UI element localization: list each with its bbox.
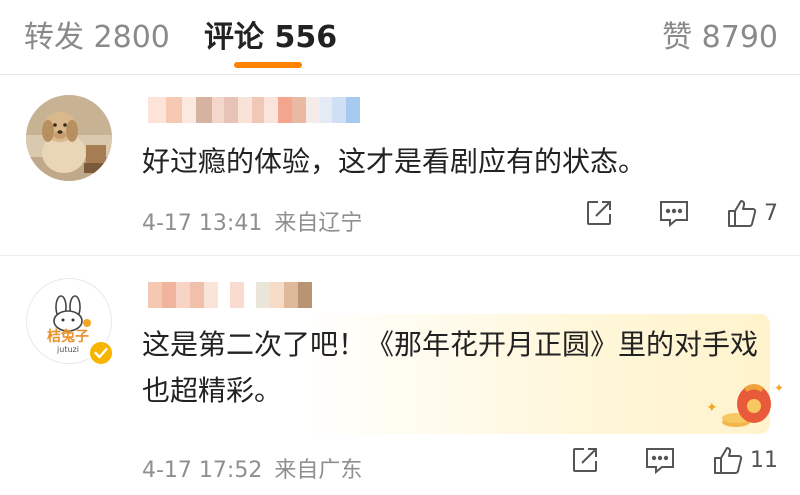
share-button[interactable]	[570, 445, 600, 475]
comment-actions: 11	[570, 444, 778, 476]
username-blurred[interactable]	[148, 97, 360, 123]
comment-time: 4-17 13:41	[142, 211, 263, 236]
comment-meta: 4-17 17:52 来自广东	[142, 452, 362, 484]
share-icon	[573, 448, 597, 472]
share-icon	[587, 201, 611, 225]
tab-comments[interactable]: 评论 556	[204, 12, 337, 56]
tab-likes[interactable]: 赞 8790	[662, 12, 778, 56]
tab-bar: 转发 2800 评论 556 赞 8790	[0, 0, 800, 75]
like-count: 7	[764, 200, 778, 226]
comment-text: 好过瘾的体验，这才是看剧应有的状态。	[142, 145, 647, 178]
tab-reposts[interactable]: 转发 2800	[24, 12, 170, 56]
svg-text:✦: ✦	[774, 381, 782, 395]
comment-text: 这是第二次了吧！《那年花开月正圆》里的对手戏也超精彩。	[142, 328, 759, 407]
verified-badge	[88, 340, 114, 366]
like-count: 11	[750, 447, 778, 473]
comment-actions: 7	[584, 197, 778, 229]
comment-item: 好过瘾的体验，这才是看剧应有的状态。 4-17 13:41 来自辽宁 7	[0, 75, 800, 256]
avatar[interactable]	[26, 95, 112, 181]
thumbs-up-icon	[728, 200, 757, 227]
thumbs-up-icon	[714, 447, 743, 474]
comment-icon	[660, 201, 688, 228]
svg-text:jutuzi: jutuzi	[56, 345, 79, 354]
share-button[interactable]	[584, 198, 614, 228]
comment-location: 来自辽宁	[274, 211, 363, 236]
lucky-bag-sticker-icon: ✦ ✦	[706, 378, 784, 434]
comment-meta: 4-17 13:41 来自辽宁	[142, 205, 362, 237]
comment-item: 桔兔子 jutuzi 这是第二次了吧！《那年花开月正圆》里的对手戏也超精彩。 ✦	[0, 256, 800, 495]
like-button[interactable]: 7	[726, 197, 778, 229]
like-button[interactable]: 11	[712, 444, 778, 476]
active-tab-indicator	[234, 62, 302, 68]
comment-time: 4-17 17:52	[142, 458, 263, 483]
check-icon	[94, 347, 108, 359]
reply-button[interactable]	[658, 198, 690, 228]
svg-text:桔兔子: 桔兔子	[47, 328, 89, 345]
reply-button[interactable]	[644, 445, 676, 475]
comment-location: 来自广东	[274, 458, 363, 483]
svg-text:✦: ✦	[706, 400, 718, 416]
comment-icon	[646, 448, 674, 475]
username-blurred[interactable]	[148, 282, 312, 308]
